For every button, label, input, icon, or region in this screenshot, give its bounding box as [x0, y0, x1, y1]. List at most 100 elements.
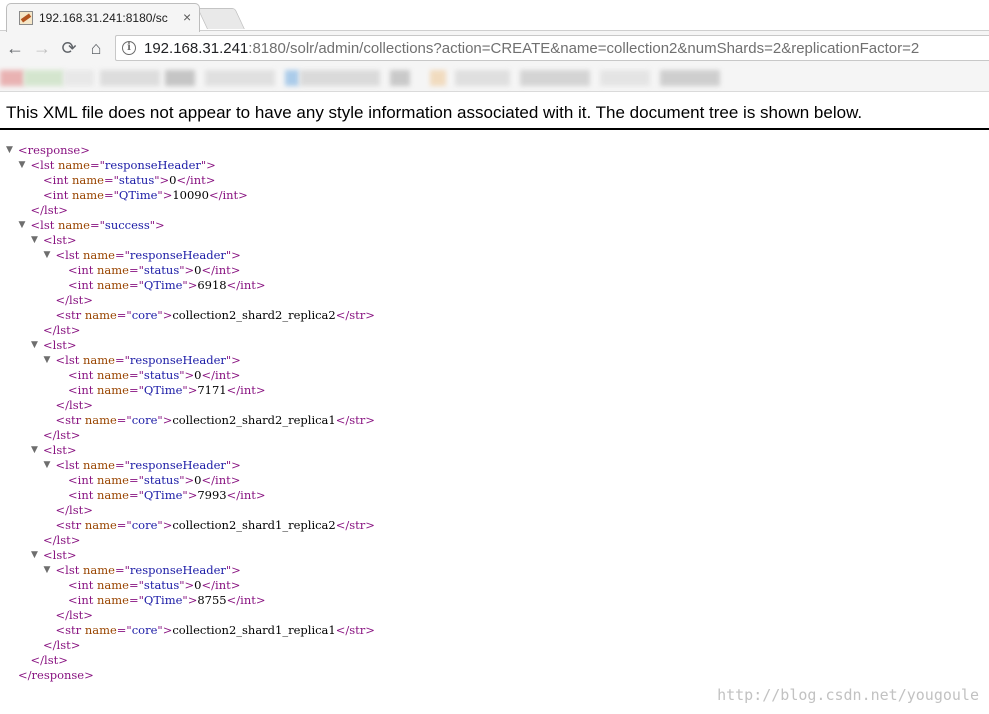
collapse-toggle-icon[interactable]: ▼: [19, 158, 29, 173]
xml-tag: ">: [225, 458, 241, 472]
xml-line: </lst>: [56, 398, 93, 413]
forward-arrow-icon: →: [33, 38, 51, 58]
xml-style-notice: This XML file does not appear to have an…: [6, 103, 863, 122]
collapse-toggle-icon[interactable]: ▼: [44, 563, 54, 578]
xml-line: <int name="status">0</int>: [43, 173, 215, 188]
xml-tag: <int: [68, 488, 97, 502]
xml-line: <str name="core">collection2_shard1_repl…: [56, 623, 375, 638]
xml-line: <lst name="responseHeader">: [31, 158, 216, 173]
collapse-toggle-icon[interactable]: ▼: [31, 338, 41, 353]
xml-line: <response>: [18, 143, 90, 158]
xml-line: <int name="QTime">10090</int>: [43, 188, 248, 203]
xml-tag: ">: [200, 158, 216, 172]
xml-tag: <int: [68, 368, 97, 382]
url-text[interactable]: 192.168.31.241:8180/solr/admin/collectio…: [144, 40, 919, 58]
xml-tag: </response>: [18, 668, 94, 682]
xml-line: </lst>: [31, 203, 68, 218]
xml-tag: </int>: [226, 488, 266, 502]
close-tab-icon[interactable]: ×: [183, 9, 191, 25]
xml-tag: <lst: [55, 248, 83, 262]
xml-line: <lst name="responseHeader">: [56, 353, 241, 368]
xml-line: </lst>: [56, 293, 93, 308]
xml-line: <int name="status">0</int>: [68, 368, 240, 383]
xml-tag: </int>: [226, 278, 266, 292]
xml-text: 0: [169, 173, 177, 187]
xml-attr-value: status: [143, 368, 180, 382]
xml-line: <int name="status">0</int>: [68, 578, 240, 593]
xml-text: 7171: [197, 383, 227, 397]
xml-tag: </lst>: [43, 533, 81, 547]
xml-attr-name: name: [97, 383, 129, 397]
xml-tag: ">: [179, 473, 195, 487]
address-bar[interactable]: i 192.168.31.241:8180/solr/admin/collect…: [115, 35, 989, 61]
xml-text: 8755: [197, 593, 227, 607]
xml-line: <str name="core">collection2_shard2_repl…: [56, 413, 375, 428]
collapse-toggle-icon[interactable]: ▼: [19, 218, 29, 233]
home-button[interactable]: ⌂: [84, 36, 108, 60]
xml-line: </lst>: [43, 533, 80, 548]
browser-tab[interactable]: 192.168.31.241:8180/sc ×: [6, 3, 200, 32]
xml-tag: ">: [179, 368, 195, 382]
collapse-toggle-icon[interactable]: ▼: [31, 233, 41, 248]
xml-attr-name: name: [58, 218, 90, 232]
info-icon[interactable]: i: [122, 41, 136, 55]
xml-line: <int name="status">0</int>: [68, 473, 240, 488]
xml-tag: </lst>: [55, 503, 93, 517]
xml-tag: =": [89, 158, 105, 172]
xml-tag: ">: [157, 413, 173, 427]
collapse-toggle-icon[interactable]: ▼: [44, 248, 54, 263]
xml-attr-name: name: [83, 353, 115, 367]
xml-text: 7993: [197, 488, 227, 502]
xml-attr-value: responseHeader: [129, 458, 226, 472]
xml-line: <str name="core">collection2_shard1_repl…: [56, 518, 375, 533]
xml-line: <lst name="success">: [31, 218, 165, 233]
xml-tag: <response>: [18, 143, 90, 157]
xml-attr-value: QTime: [143, 593, 183, 607]
collapse-toggle-icon[interactable]: ▼: [6, 143, 16, 158]
xml-tag: =": [128, 488, 144, 502]
collapse-toggle-icon[interactable]: ▼: [31, 548, 41, 563]
xml-tag: =": [103, 188, 119, 202]
xml-line: <str name="core">collection2_shard2_repl…: [56, 308, 375, 323]
xml-line: <int name="status">0</int>: [68, 263, 240, 278]
xml-tag: <lst>: [43, 548, 77, 562]
xml-line: <int name="QTime">8755</int>: [68, 593, 266, 608]
xml-tag: =": [114, 458, 130, 472]
xml-attr-name: name: [58, 158, 90, 172]
new-tab-button[interactable]: [197, 8, 245, 29]
xml-tag: ">: [182, 593, 198, 607]
xml-tag: <lst>: [43, 443, 77, 457]
blurred-bookmark: [165, 70, 195, 86]
xml-tag: </lst>: [43, 638, 81, 652]
xml-tag: =": [116, 518, 132, 532]
xml-tag: ">: [154, 173, 170, 187]
url-path: :8180/solr/admin/collections?action=CREA…: [248, 40, 920, 57]
xml-tag: </int>: [201, 263, 241, 277]
reload-button[interactable]: ⟳: [57, 36, 81, 60]
xml-attr-name: name: [97, 278, 129, 292]
xml-tag: =": [128, 368, 144, 382]
collapse-toggle-icon[interactable]: ▼: [44, 458, 54, 473]
url-host: 192.168.31.241: [144, 40, 249, 57]
xml-line: <lst>: [43, 443, 76, 458]
xml-text: 0: [194, 473, 202, 487]
xml-tag: <lst: [30, 218, 58, 232]
blurred-bookmark: [600, 70, 650, 86]
collapse-toggle-icon[interactable]: ▼: [31, 443, 41, 458]
xml-attr-name: name: [72, 173, 104, 187]
xml-attr-value: core: [131, 518, 158, 532]
collapse-toggle-icon[interactable]: ▼: [44, 353, 54, 368]
forward-button[interactable]: →: [30, 36, 54, 60]
xml-text: 10090: [172, 188, 209, 202]
xml-text: collection2_shard1_replica1: [172, 623, 336, 637]
xml-attr-value: success: [104, 218, 150, 232]
blurred-bookmark: [285, 70, 299, 86]
xml-text: collection2_shard1_replica2: [172, 518, 336, 532]
back-button[interactable]: ←: [3, 36, 27, 60]
watermark: http://blog.csdn.net/yougoule: [717, 686, 979, 704]
xml-tag: =": [114, 353, 130, 367]
xml-attr-value: QTime: [118, 188, 158, 202]
xml-tag: </lst>: [30, 653, 68, 667]
xml-line: <lst>: [43, 233, 76, 248]
xml-tag: ">: [157, 518, 173, 532]
